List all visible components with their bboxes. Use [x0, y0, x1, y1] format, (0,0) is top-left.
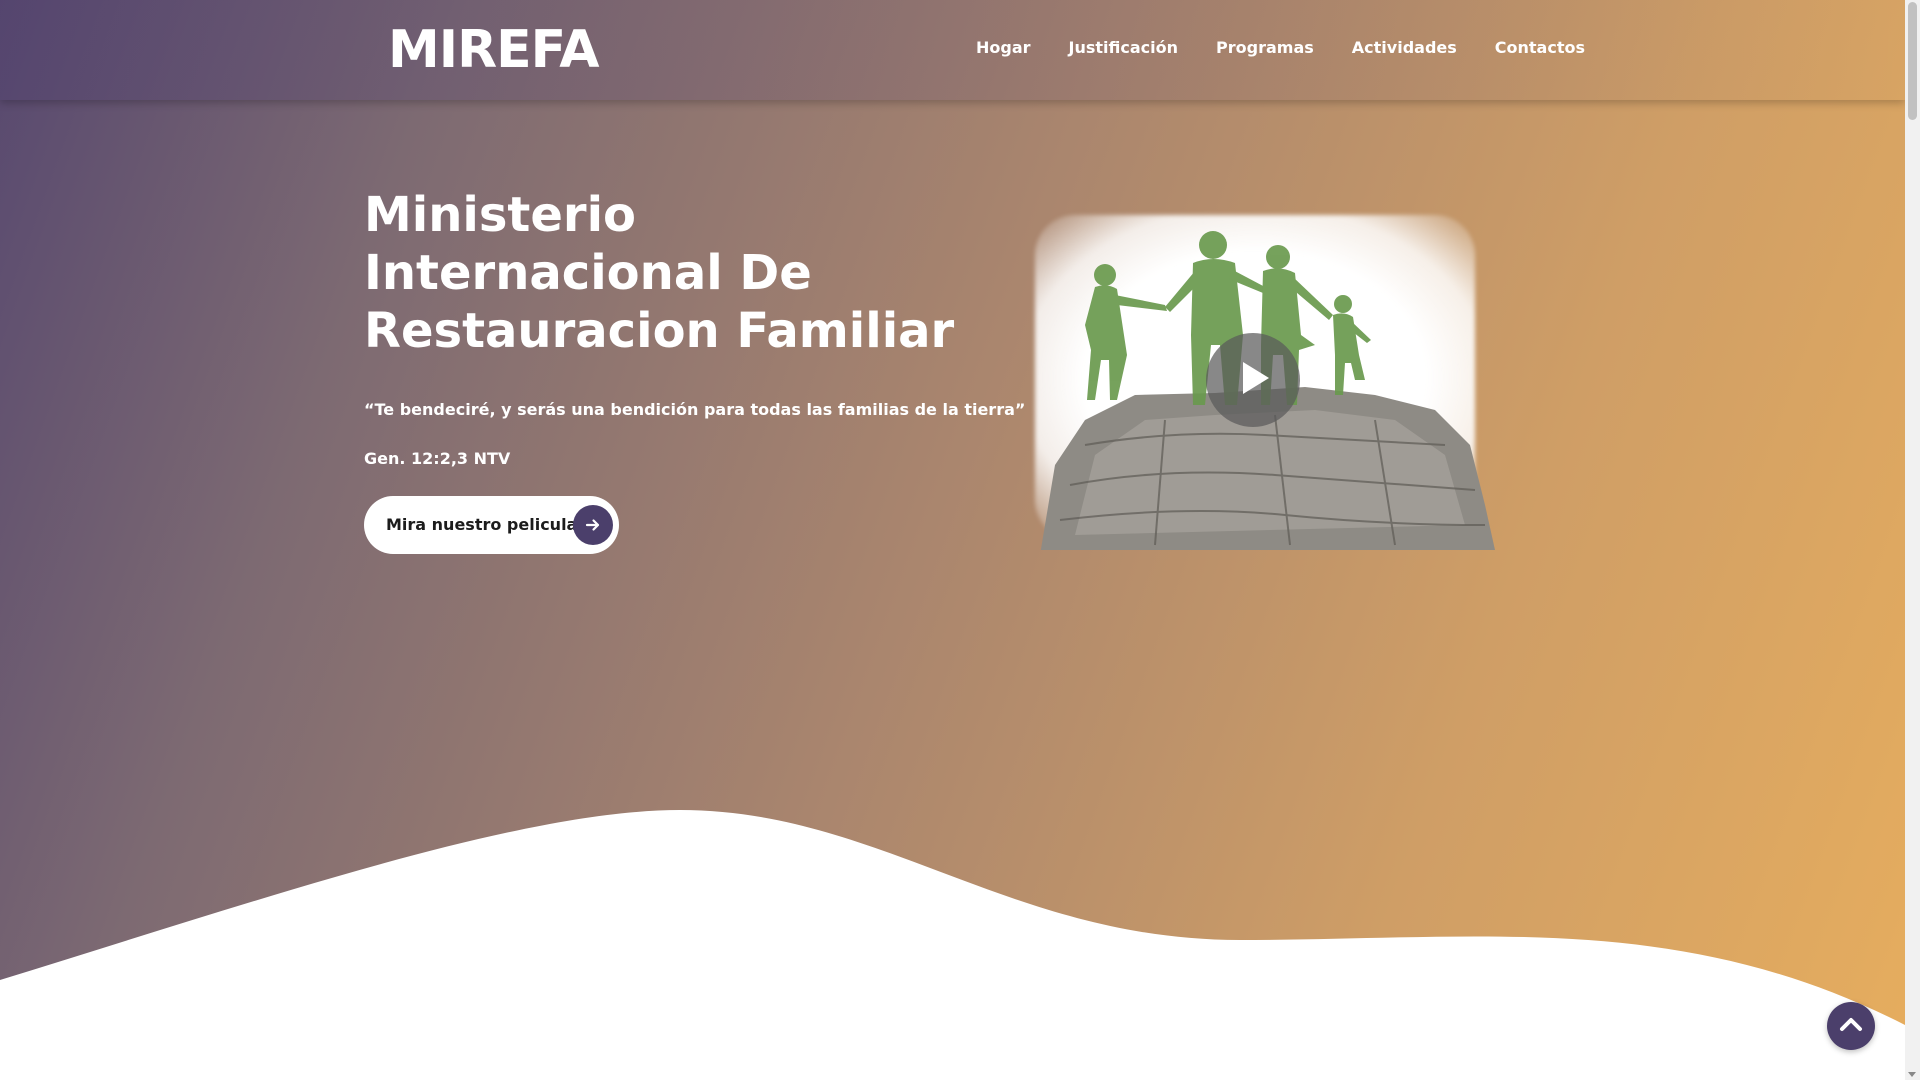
hero-quote: “Te bendeciré, y serás una bendición par…: [364, 400, 1026, 419]
video-thumbnail[interactable]: [1015, 205, 1495, 550]
hero-title-line-2: Internacional De: [364, 245, 812, 301]
play-button[interactable]: [1206, 333, 1300, 427]
play-icon: [1231, 356, 1275, 404]
nav-item-programas[interactable]: Programas: [1216, 38, 1314, 57]
nav-item-justificacion[interactable]: Justificación: [1069, 38, 1179, 57]
scroll-down-arrow-icon[interactable]: [1908, 1072, 1916, 1077]
chevron-up-icon: [1838, 1012, 1864, 1041]
nav-item-hogar[interactable]: Hogar: [976, 38, 1031, 57]
watch-movie-button-label: Mira nuestro pelicula: [386, 515, 578, 534]
back-to-top-button[interactable]: [1827, 1002, 1875, 1050]
wave-divider: [0, 810, 1905, 1080]
page-scrollbar[interactable]: [1905, 0, 1920, 1080]
arrow-right-icon: [573, 505, 613, 545]
site-header: MIREFA Hogar Justificación Programas Act…: [0, 0, 1905, 100]
nav-item-actividades[interactable]: Actividades: [1352, 38, 1457, 57]
watch-movie-button[interactable]: Mira nuestro pelicula: [364, 496, 619, 554]
hero-title: Ministerio Internacional De Restauracion…: [364, 186, 964, 360]
site-logo[interactable]: MIREFA: [388, 20, 599, 80]
scrollbar-thumb[interactable]: [1908, 2, 1917, 120]
hero-scripture-reference: Gen. 12:2,3 NTV: [364, 449, 511, 468]
main-nav: Hogar Justificación Programas Actividade…: [976, 38, 1623, 57]
hero-section: MIREFA Hogar Justificación Programas Act…: [0, 0, 1905, 1080]
hero-title-line-3: Restauracion Familiar: [364, 303, 955, 359]
hero-title-line-1: Ministerio: [364, 187, 637, 243]
nav-item-contactos[interactable]: Contactos: [1495, 38, 1585, 57]
